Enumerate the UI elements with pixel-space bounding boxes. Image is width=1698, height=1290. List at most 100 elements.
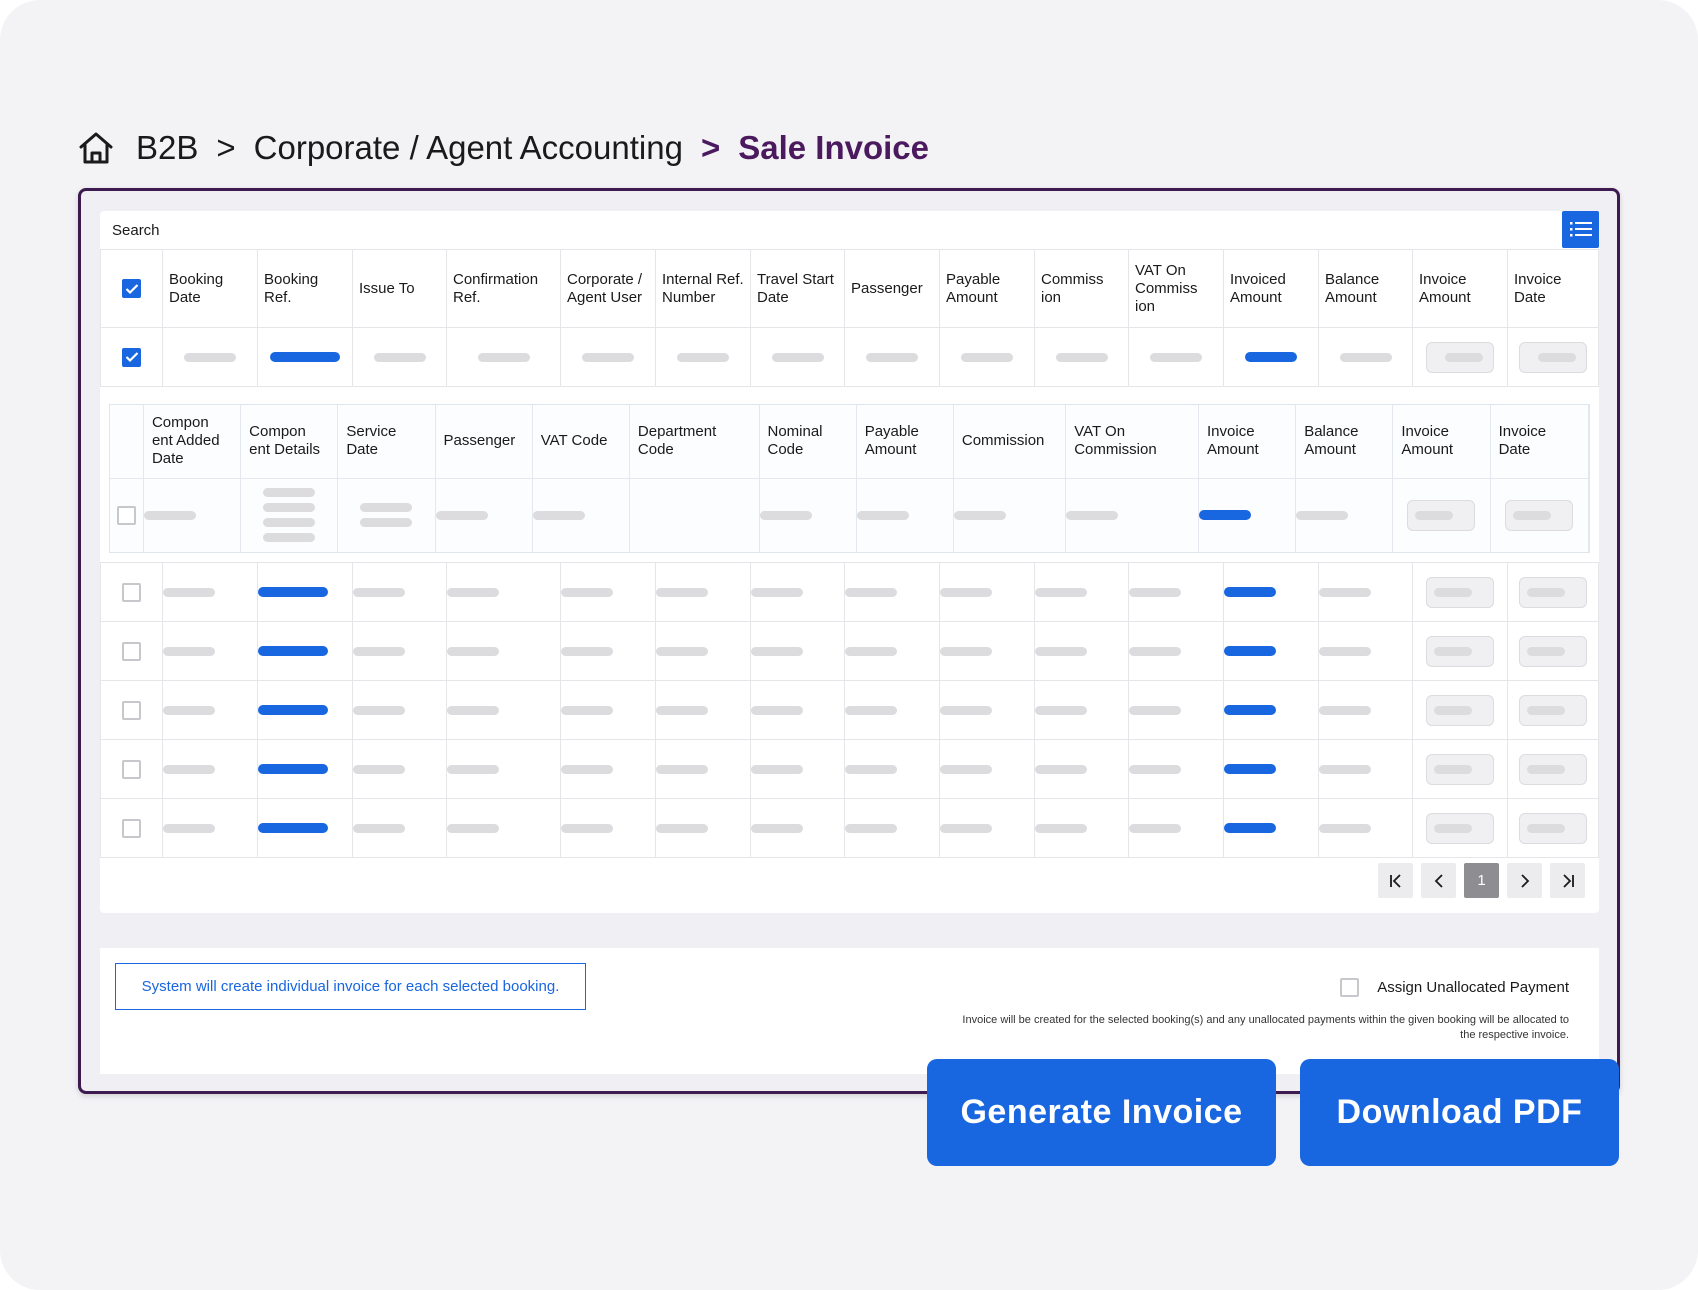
invoice-amount-link[interactable] [1199, 510, 1252, 521]
column-header: VAT On Commission [1065, 405, 1200, 479]
invoice-amount-input[interactable] [1426, 576, 1494, 608]
breadcrumb-corporate-agent-accounting[interactable]: Corporate / Agent Accounting [254, 129, 683, 167]
invoiced-amount-link[interactable] [1245, 352, 1297, 362]
breadcrumb-current-page: Sale Invoice [738, 129, 929, 166]
download-pdf-button[interactable]: Download PDF [1300, 1059, 1619, 1166]
invoice-date-input[interactable] [1519, 576, 1587, 608]
agent-user-placeholder [582, 352, 634, 362]
component-details-placeholder [241, 488, 337, 543]
invoiced-amount-link[interactable] [1224, 705, 1276, 715]
prev-page-button[interactable] [1421, 863, 1456, 898]
column-header[interactable]: Booking Ref. [257, 249, 353, 328]
invoiced-amount-link[interactable] [1224, 587, 1276, 597]
issue-to-placeholder [353, 646, 405, 656]
column-header[interactable]: Invoice Amount [1412, 249, 1508, 328]
component-checkbox[interactable] [116, 505, 136, 525]
column-header[interactable]: Invoice Date [1507, 249, 1599, 328]
booking-ref-link[interactable] [258, 764, 328, 774]
select-all-checkbox[interactable] [122, 279, 141, 298]
invoice-amount-input[interactable] [1426, 694, 1494, 726]
column-menu-button[interactable] [1562, 211, 1599, 248]
column-header[interactable]: Balance Amount [1318, 249, 1413, 328]
invoice-date-input[interactable] [1519, 753, 1587, 785]
column-header[interactable]: Issue To [352, 249, 447, 328]
row-checkbox[interactable] [122, 347, 141, 367]
column-header[interactable]: Commiss ion [1034, 249, 1129, 328]
confirmation-ref-placeholder [447, 764, 499, 774]
breadcrumb-b2b[interactable]: B2B [136, 129, 198, 167]
internal-ref-placeholder [656, 587, 708, 597]
booking-date-placeholder [163, 587, 215, 597]
row-checkbox[interactable] [122, 641, 141, 661]
component-row[interactable] [110, 478, 1590, 552]
home-icon[interactable] [78, 128, 118, 168]
table-row[interactable] [100, 798, 1599, 858]
column-header[interactable]: Passenger [844, 249, 940, 328]
table-row[interactable] [100, 739, 1599, 799]
booking-ref-link[interactable] [258, 823, 328, 833]
booking-ref-link[interactable] [270, 352, 340, 362]
table-row-expanded[interactable] [100, 327, 1599, 387]
invoice-options-panel: System will create individual invoice fo… [100, 948, 1599, 1074]
invoice-date-input[interactable] [1519, 341, 1587, 373]
table-row[interactable] [100, 680, 1599, 740]
row-checkbox[interactable] [122, 759, 141, 779]
invoice-amount-input[interactable] [1407, 499, 1476, 531]
booking-ref-link[interactable] [258, 646, 328, 656]
column-header[interactable]: VAT On Commiss ion [1128, 249, 1224, 328]
vat-commission-placeholder [1129, 705, 1181, 715]
search-bar[interactable]: Search [100, 211, 1599, 249]
invoice-date-input[interactable] [1505, 499, 1574, 531]
invoice-amount-input[interactable] [1426, 341, 1494, 373]
invoice-date-input[interactable] [1519, 635, 1587, 667]
generate-invoice-button[interactable]: Generate Invoice [927, 1059, 1276, 1166]
commission-placeholder [1035, 646, 1087, 656]
assign-unallocated-option[interactable]: Assign Unallocated Payment [1340, 978, 1569, 997]
table-row[interactable] [100, 621, 1599, 681]
row-checkbox[interactable] [122, 582, 141, 602]
vat-code-placeholder [532, 510, 585, 520]
invoiced-amount-link[interactable] [1224, 823, 1276, 833]
invoice-amount-input[interactable] [1426, 812, 1494, 844]
next-page-button[interactable] [1507, 863, 1542, 898]
row-checkbox[interactable] [122, 700, 141, 720]
select-all-cell [100, 249, 163, 328]
table-row[interactable] [100, 562, 1599, 622]
payable-amount-placeholder [940, 764, 992, 774]
page-number-button[interactable]: 1 [1464, 863, 1499, 898]
balance-amount-placeholder [1319, 705, 1371, 715]
invoiced-amount-link[interactable] [1224, 764, 1276, 774]
breadcrumb-separator: > [700, 129, 721, 166]
first-page-button[interactable] [1378, 863, 1413, 898]
column-header[interactable]: Booking Date [162, 249, 258, 328]
column-header: Compon ent Details [240, 405, 339, 479]
column-header[interactable]: Travel Start Date [750, 249, 845, 328]
column-header[interactable]: Payable Amount [939, 249, 1035, 328]
last-page-button[interactable] [1550, 863, 1585, 898]
passenger-placeholder [845, 764, 897, 774]
column-header: VAT Code [532, 405, 630, 479]
invoice-amount-input[interactable] [1426, 635, 1494, 667]
invoice-date-input[interactable] [1519, 694, 1587, 726]
column-header[interactable]: Confirmation Ref. [446, 249, 561, 328]
prev-page-icon [1434, 873, 1443, 888]
column-header: Balance Amount [1295, 405, 1394, 479]
booking-ref-link[interactable] [258, 587, 328, 597]
row-checkbox[interactable] [122, 818, 141, 838]
column-header: Invoice Date [1490, 405, 1590, 479]
content-frame: Search Booking Date Booking Ref. Issue T… [78, 188, 1620, 1094]
invoiced-amount-link[interactable] [1224, 646, 1276, 656]
payable-amount-placeholder [856, 510, 909, 520]
pagination: 1 [1378, 863, 1585, 898]
column-header[interactable]: Invoiced Amount [1223, 249, 1319, 328]
assign-unallocated-checkbox[interactable] [1340, 978, 1360, 997]
booking-ref-link[interactable] [258, 705, 328, 715]
column-header: Payable Amount [856, 405, 954, 479]
column-header[interactable]: Corporate / Agent User [560, 249, 656, 328]
confirmation-ref-placeholder [447, 646, 499, 656]
passenger-placeholder [845, 705, 897, 715]
invoice-date-input[interactable] [1519, 812, 1587, 844]
column-header[interactable]: Internal Ref. Number [655, 249, 751, 328]
invoice-amount-input[interactable] [1426, 753, 1494, 785]
issue-to-placeholder [353, 587, 405, 597]
